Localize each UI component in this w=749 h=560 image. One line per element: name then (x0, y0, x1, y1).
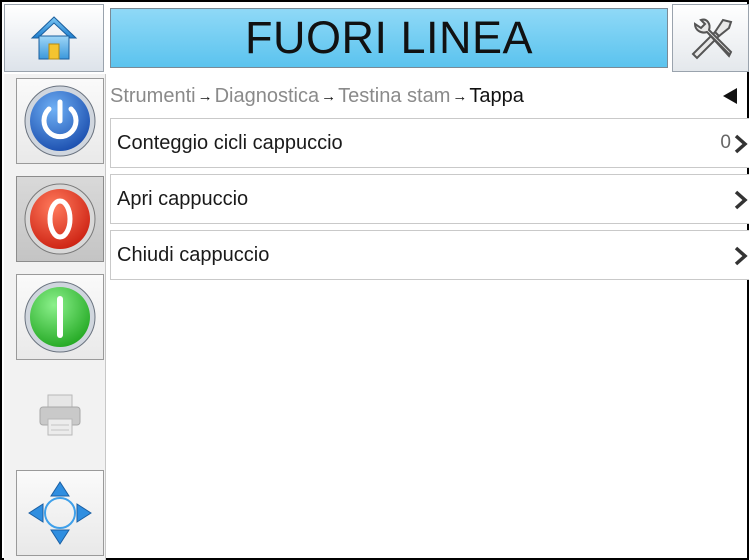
stop-icon (24, 183, 96, 255)
breadcrumb-separator: → (452, 87, 468, 105)
print-button[interactable] (16, 372, 104, 458)
breadcrumb-item-current: Tappa (469, 84, 524, 107)
chevron-right-icon (734, 190, 748, 210)
menu-row-cycle-count[interactable]: Conteggio cicli cappuccio 0 (110, 118, 749, 168)
status-banner: FUORI LINEA (110, 8, 668, 68)
chevron-right-icon (734, 246, 748, 266)
printer-icon (39, 394, 81, 436)
power-icon (24, 85, 96, 157)
breadcrumb: Strumenti → Diagnostica → Testina stam →… (110, 82, 740, 110)
menu-row-close-cap[interactable]: Chiudi cappuccio (110, 230, 749, 280)
start-button[interactable] (16, 274, 104, 360)
home-icon (30, 16, 78, 60)
start-icon (24, 281, 96, 353)
tools-icon (691, 18, 732, 60)
breadcrumb-item-diagnostica[interactable]: Diagnostica (215, 85, 320, 108)
menu-row-value: 0 (720, 132, 731, 153)
screen-frame: FUORI LINEA Strumenti → Diagnostica → Te… (0, 0, 749, 560)
breadcrumb-separator: → (197, 87, 213, 105)
power-button[interactable] (16, 78, 104, 164)
tools-button[interactable] (672, 4, 749, 72)
breadcrumb-item-strumenti[interactable]: Strumenti (110, 85, 196, 108)
chevron-right-icon (734, 134, 748, 154)
menu-row-label: Apri cappuccio (117, 187, 249, 210)
navigate-button[interactable] (16, 470, 104, 556)
sidebar (4, 74, 106, 560)
menu-row-label: Chiudi cappuccio (117, 243, 270, 266)
breadcrumb-separator: → (321, 87, 337, 105)
breadcrumb-item-testina[interactable]: Testina stam (338, 85, 450, 108)
stop-button[interactable] (16, 176, 104, 262)
menu-row-label: Conteggio cicli cappuccio (117, 131, 343, 154)
menu-row-open-cap[interactable]: Apri cappuccio (110, 174, 749, 224)
navigation-arrows-icon (28, 481, 92, 545)
status-text: FUORI LINEA (244, 12, 534, 63)
back-arrow-icon[interactable] (723, 88, 737, 104)
home-button[interactable] (4, 4, 104, 72)
